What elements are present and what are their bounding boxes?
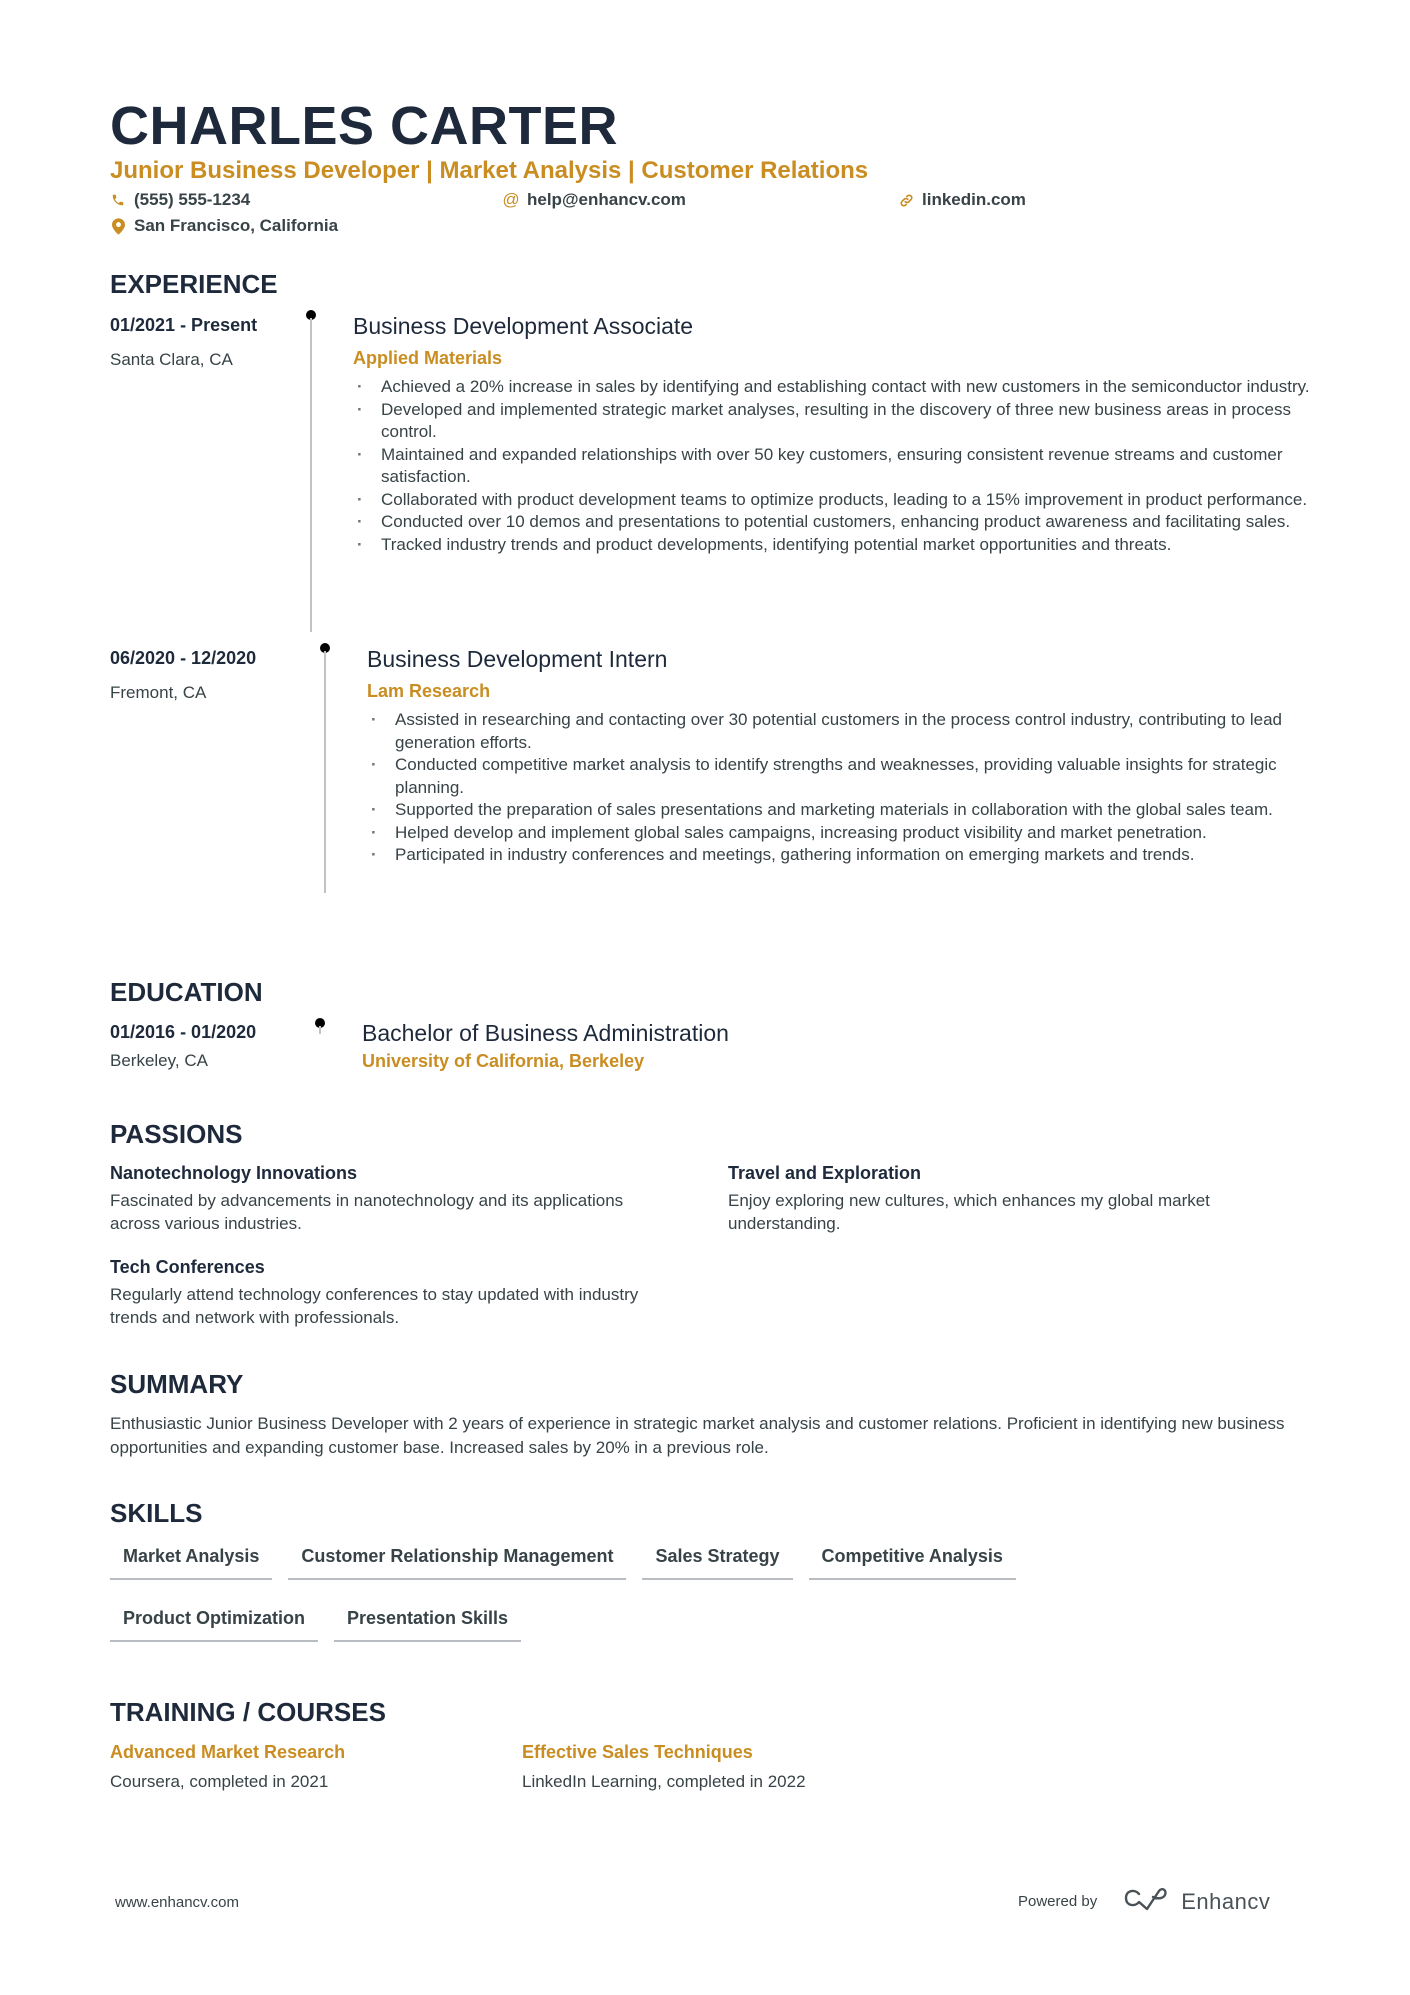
education-degree: Bachelor of Business Administration <box>362 1020 729 1046</box>
at-icon: @ <box>502 190 520 209</box>
powered-by-label: Powered by <box>1018 1893 1098 1910</box>
job-company: Lam Research <box>367 681 491 701</box>
linkedin-text[interactable]: linkedin.com <box>922 189 1026 211</box>
course-description: LinkedIn Learning, completed in 2022 <box>522 1772 806 1791</box>
job-bullet: Assisted in researching and contacting o… <box>368 709 1314 754</box>
skill-tag: Product Optimization <box>110 1602 318 1642</box>
job-bullet: Helped develop and implement global sale… <box>368 822 1314 845</box>
job-bullets: Achieved a 20% increase in sales by iden… <box>354 376 1314 556</box>
course-title: Effective Sales Techniques <box>522 1742 753 1762</box>
education-location: Berkeley, CA <box>110 1051 208 1070</box>
passion-title: Nanotechnology Innovations <box>110 1163 358 1183</box>
email-text[interactable]: help@enhancv.com <box>527 189 686 211</box>
job-bullet: Developed and implemented strategic mark… <box>354 399 1314 444</box>
contact-phone: (555) 555-1234 <box>110 189 250 211</box>
job-dates: 06/2020 - 12/2020 <box>110 648 257 668</box>
enhancv-logo-icon <box>1123 1886 1169 1917</box>
location-text: San Francisco, California <box>134 216 339 235</box>
passion-description: Regularly attend technology conferences … <box>110 1285 639 1327</box>
job-bullet: Collaborated with product development te… <box>354 489 1314 512</box>
job-title: Business Development Intern <box>367 646 668 672</box>
resume-page: CHARLES CARTER Junior Business Developer… <box>0 0 1410 1995</box>
timeline-line <box>319 1026 321 1034</box>
timeline-line <box>310 318 312 632</box>
footer-website-link[interactable]: www.enhancv.com <box>115 1894 239 1911</box>
training-heading: TRAINING / COURSES <box>110 1697 386 1727</box>
summary-text: Enthusiastic Junior Business Developer w… <box>110 1414 1285 1457</box>
education-dates: 01/2016 - 01/2020 <box>110 1022 257 1042</box>
phone-icon <box>110 191 126 209</box>
candidate-name: CHARLES CARTER <box>110 96 619 156</box>
skill-tag: Presentation Skills <box>334 1602 522 1642</box>
skill-tag: Market Analysis <box>110 1540 273 1580</box>
phone-text: (555) 555-1234 <box>134 190 251 209</box>
job-bullet: Participated in industry conferences and… <box>368 844 1314 867</box>
skill-tag: Competitive Analysis <box>808 1540 1016 1580</box>
passion-description: Enjoy exploring new cultures, which enha… <box>728 1191 1210 1233</box>
job-bullet: Conducted competitive market analysis to… <box>368 754 1314 799</box>
footer-branding: Powered by Enhancv <box>1018 1886 1270 1917</box>
passions-heading: PASSIONS <box>110 1119 243 1149</box>
job-bullet: Supported the preparation of sales prese… <box>368 799 1314 822</box>
education-heading: EDUCATION <box>110 977 263 1007</box>
enhancv-brand-name: Enhancv <box>1181 1888 1271 1914</box>
job-location: Santa Clara, CA <box>110 350 233 369</box>
experience-heading: EXPERIENCE <box>110 269 278 299</box>
summary-heading: SUMMARY <box>110 1369 244 1399</box>
job-title: Business Development Associate <box>353 313 694 339</box>
job-bullet: Maintained and expanded relationships wi… <box>354 444 1314 489</box>
job-dates: 01/2021 - Present <box>110 315 258 335</box>
timeline-line <box>324 651 326 893</box>
job-bullet: Tracked industry trends and product deve… <box>354 534 1314 557</box>
job-bullet: Achieved a 20% increase in sales by iden… <box>354 376 1314 399</box>
passion-title: Travel and Exploration <box>728 1163 922 1183</box>
contact-email[interactable]: @ help@enhancv.com <box>502 189 686 211</box>
enhancv-brand[interactable]: Enhancv <box>1123 1886 1270 1917</box>
job-location: Fremont, CA <box>110 683 207 702</box>
link-icon <box>898 191 914 209</box>
candidate-headline: Junior Business Developer | Market Analy… <box>110 157 869 184</box>
skills-heading: SKILLS <box>110 1498 203 1528</box>
passion-title: Tech Conferences <box>110 1257 265 1277</box>
skills-list: Market Analysis Customer Relationship Ma… <box>110 1540 1210 1642</box>
passion-description: Fascinated by advancements in nanotechno… <box>110 1191 624 1233</box>
job-bullet: Conducted over 10 demos and presentation… <box>354 511 1314 534</box>
education-school: University of California, Berkeley <box>362 1051 645 1071</box>
contact-location: San Francisco, California <box>110 215 338 237</box>
location-pin-icon <box>110 217 126 235</box>
contact-linkedin[interactable]: linkedin.com <box>898 189 1026 211</box>
job-bullets: Assisted in researching and contacting o… <box>368 709 1314 867</box>
skill-tag: Sales Strategy <box>642 1540 793 1580</box>
job-company: Applied Materials <box>353 348 503 368</box>
course-title: Advanced Market Research <box>110 1742 346 1762</box>
skill-tag: Customer Relationship Management <box>288 1540 627 1580</box>
course-description: Coursera, completed in 2021 <box>110 1772 329 1791</box>
